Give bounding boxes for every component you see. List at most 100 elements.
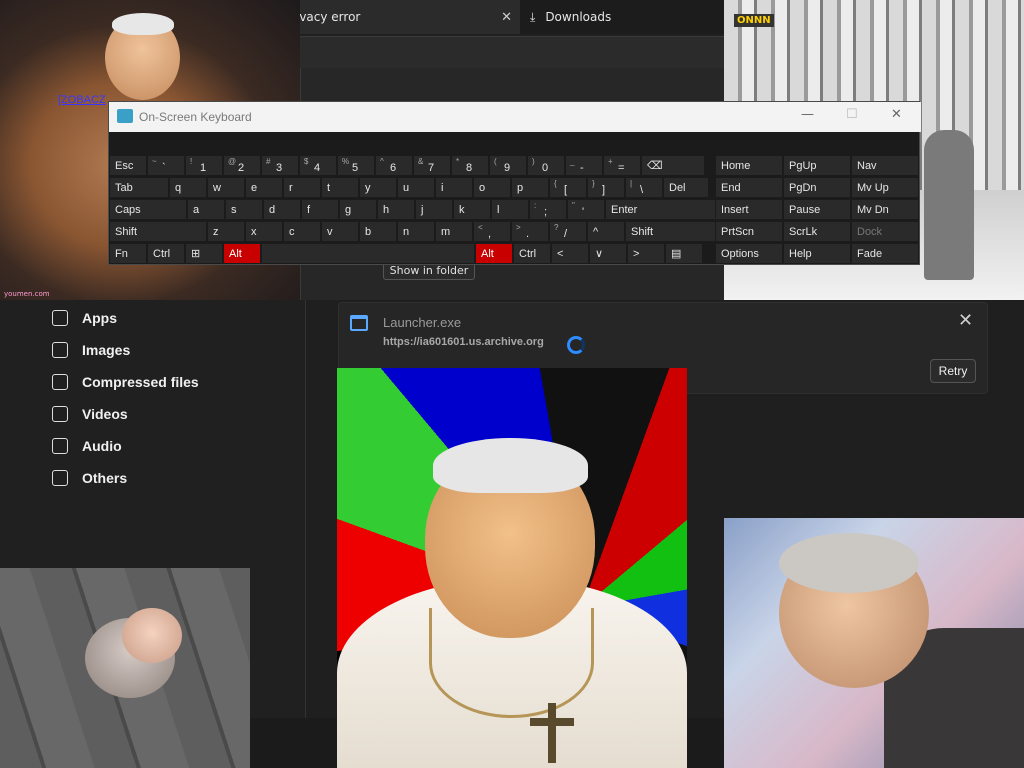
key[interactable]: n <box>397 221 435 242</box>
key-label: g <box>345 203 352 216</box>
nav-key[interactable]: PgUp <box>783 155 851 176</box>
nav-key[interactable]: Mv Up <box>851 177 919 198</box>
download-file-name[interactable]: Launcher.exe <box>383 315 461 330</box>
key[interactable]: i <box>435 177 473 198</box>
nav-key[interactable]: Options <box>715 243 783 264</box>
key[interactable]: Alt <box>475 243 513 264</box>
sidebar-item-apps[interactable]: Apps <box>52 310 117 326</box>
close-icon[interactable]: ✕ <box>958 310 973 331</box>
key[interactable]: ? / <box>549 221 587 242</box>
key[interactable]: a <box>187 199 225 220</box>
tab-downloads[interactable]: ⤓ Downloads <box>524 0 724 34</box>
key[interactable]: ^ <box>587 221 625 242</box>
key[interactable]: h <box>377 199 415 220</box>
key[interactable]: Esc <box>109 155 147 176</box>
nav-key[interactable]: Insert <box>715 199 783 220</box>
nav-key[interactable]: ScrLk <box>783 221 851 242</box>
key[interactable]: ▤ <box>665 243 703 264</box>
key[interactable]: x <box>245 221 283 242</box>
key[interactable]: ⊞ <box>185 243 223 264</box>
key[interactable]: y <box>359 177 397 198</box>
nav-key[interactable]: Help <box>783 243 851 264</box>
key[interactable]: v <box>321 221 359 242</box>
key[interactable]: Tab <box>109 177 169 198</box>
zobacz-link[interactable]: [ZOBACZ <box>58 94 106 106</box>
key[interactable]: o <box>473 177 511 198</box>
key[interactable]: m <box>435 221 473 242</box>
key[interactable]: p <box>511 177 549 198</box>
key[interactable]: " ' <box>567 199 605 220</box>
sidebar-item-videos[interactable]: Videos <box>52 406 128 422</box>
key[interactable]: ⌫ <box>641 155 705 176</box>
key[interactable]: <, <box>473 221 511 242</box>
key[interactable]: #3 <box>261 155 299 176</box>
key[interactable]: b <box>359 221 397 242</box>
key[interactable]: Ctrl <box>147 243 185 264</box>
key[interactable]: * 8 <box>451 155 489 176</box>
key[interactable] <box>261 243 475 264</box>
nav-key[interactable]: PrtScn <box>715 221 783 242</box>
key[interactable]: $4 <box>299 155 337 176</box>
sidebar-item-compressed-files[interactable]: Compressed files <box>52 374 199 390</box>
key[interactable]: % 5 <box>337 155 375 176</box>
key[interactable]: | \ <box>625 177 663 198</box>
sidebar-item-others[interactable]: Others <box>52 470 127 486</box>
key[interactable]: l <box>491 199 529 220</box>
key[interactable]: s <box>225 199 263 220</box>
address-bar[interactable] <box>300 36 724 68</box>
key[interactable]: Shift <box>109 221 207 242</box>
key[interactable]: ^ 6 <box>375 155 413 176</box>
key[interactable]: (9 <box>489 155 527 176</box>
key[interactable]: f <box>301 199 339 220</box>
nav-key[interactable]: End <box>715 177 783 198</box>
key[interactable]: >. <box>511 221 549 242</box>
nav-key[interactable]: Nav <box>851 155 919 176</box>
key[interactable]: Caps <box>109 199 187 220</box>
nav-key[interactable]: Fade <box>851 243 919 264</box>
osk-title-bar[interactable]: On-Screen Keyboard — ☐ ✕ <box>109 102 921 132</box>
nav-key[interactable]: Pause <box>783 199 851 220</box>
key[interactable]: ~ ` <box>147 155 185 176</box>
sidebar-item-images[interactable]: Images <box>52 342 130 358</box>
key[interactable]: c <box>283 221 321 242</box>
key[interactable]: {[ <box>549 177 587 198</box>
nav-key[interactable]: Mv Dn <box>851 199 919 220</box>
key[interactable]: d <box>263 199 301 220</box>
retry-button[interactable]: Retry <box>930 359 976 383</box>
key[interactable]: k <box>453 199 491 220</box>
key[interactable]: Del <box>663 177 709 198</box>
key[interactable]: u <box>397 177 435 198</box>
minimize-button[interactable]: — <box>801 107 814 122</box>
key[interactable]: :; <box>529 199 567 220</box>
nav-key[interactable]: Home <box>715 155 783 176</box>
key[interactable]: Alt <box>223 243 261 264</box>
key[interactable]: & 7 <box>413 155 451 176</box>
key[interactable]: @2 <box>223 155 261 176</box>
key[interactable]: r <box>283 177 321 198</box>
key[interactable]: }] <box>587 177 625 198</box>
key[interactable]: ∨ <box>589 243 627 264</box>
sidebar-item-audio[interactable]: Audio <box>52 438 122 454</box>
close-icon[interactable]: ✕ <box>501 10 512 25</box>
key[interactable]: j <box>415 199 453 220</box>
key[interactable]: ) 0 <box>527 155 565 176</box>
key[interactable]: ! 1 <box>185 155 223 176</box>
key[interactable]: z <box>207 221 245 242</box>
key[interactable]: Fn <box>109 243 147 264</box>
key[interactable]: e <box>245 177 283 198</box>
nav-key[interactable]: PgDn <box>783 177 851 198</box>
key[interactable]: g <box>339 199 377 220</box>
key[interactable]: < <box>551 243 589 264</box>
key[interactable]: t <box>321 177 359 198</box>
nav-key[interactable]: Dock <box>851 221 919 242</box>
key[interactable]: q <box>169 177 207 198</box>
key[interactable]: + = <box>603 155 641 176</box>
maximize-button[interactable]: ☐ <box>846 107 858 122</box>
tab-privacy-error[interactable]: ivacy error ✕ <box>290 0 520 34</box>
close-button[interactable]: ✕ <box>891 107 902 122</box>
key[interactable]: Enter <box>605 199 723 220</box>
key[interactable]: _ - <box>565 155 603 176</box>
key[interactable]: > <box>627 243 665 264</box>
key[interactable]: w <box>207 177 245 198</box>
key[interactable]: Ctrl <box>513 243 551 264</box>
